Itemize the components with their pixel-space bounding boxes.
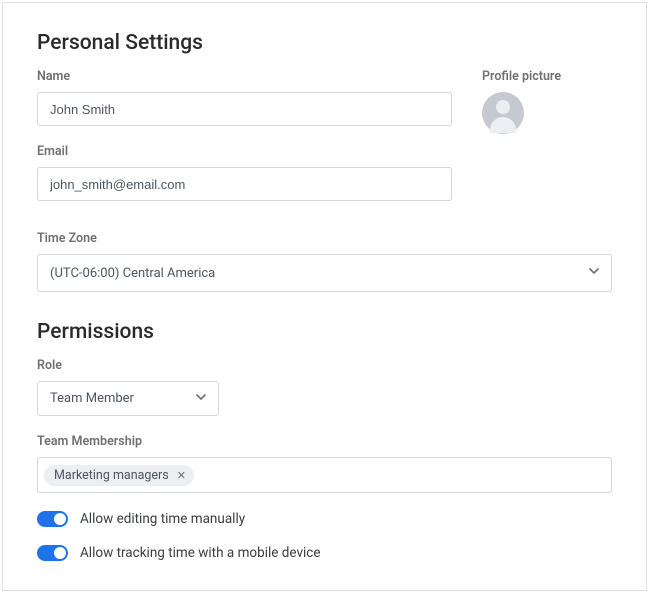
chevron-down-icon [196,394,206,404]
role-label: Role [37,358,612,373]
chevron-down-icon [589,268,599,278]
membership-chip-label: Marketing managers [54,468,169,483]
profile-picture-label: Profile picture [482,69,612,84]
personal-left-col: Name Email [37,69,452,219]
timezone-label: Time Zone [37,231,612,246]
personal-top-row: Name Email Profile picture [37,69,612,219]
toggle-mobile-label: Allow tracking time with a mobile device [80,545,321,561]
timezone-field-block: Time Zone (UTC-06:00) Central America [37,231,612,292]
name-input[interactable] [37,92,452,126]
toggle-edit-row: Allow editing time manually [37,511,612,527]
membership-field-block: Team Membership Marketing managers ✕ [37,434,612,493]
permissions-section: Permissions Role Team Member Team Member… [37,320,612,561]
name-field-block: Name [37,69,452,126]
avatar[interactable] [482,92,524,134]
toggle-mobile-tracking[interactable] [37,545,68,561]
personal-settings-heading: Personal Settings [37,31,612,55]
personal-right-col: Profile picture [482,69,612,219]
role-value: Team Member [50,391,134,406]
timezone-value: (UTC-06:00) Central America [50,266,215,281]
email-input[interactable] [37,167,452,201]
toggle-mobile-row: Allow tracking time with a mobile device [37,545,612,561]
membership-input[interactable]: Marketing managers ✕ [37,457,612,493]
toggle-edit-label: Allow editing time manually [80,511,245,527]
role-select[interactable]: Team Member [37,381,219,416]
permissions-heading: Permissions [37,320,612,344]
membership-chip: Marketing managers ✕ [44,465,194,486]
settings-panel: Personal Settings Name Email Profile pic… [2,2,647,591]
email-field-block: Email [37,144,452,201]
email-label: Email [37,144,452,159]
role-field-block: Role Team Member [37,358,612,416]
membership-label: Team Membership [37,434,612,449]
timezone-select[interactable]: (UTC-06:00) Central America [37,254,612,292]
name-label: Name [37,69,452,84]
toggle-edit-manually[interactable] [37,511,68,527]
close-icon[interactable]: ✕ [175,469,188,482]
